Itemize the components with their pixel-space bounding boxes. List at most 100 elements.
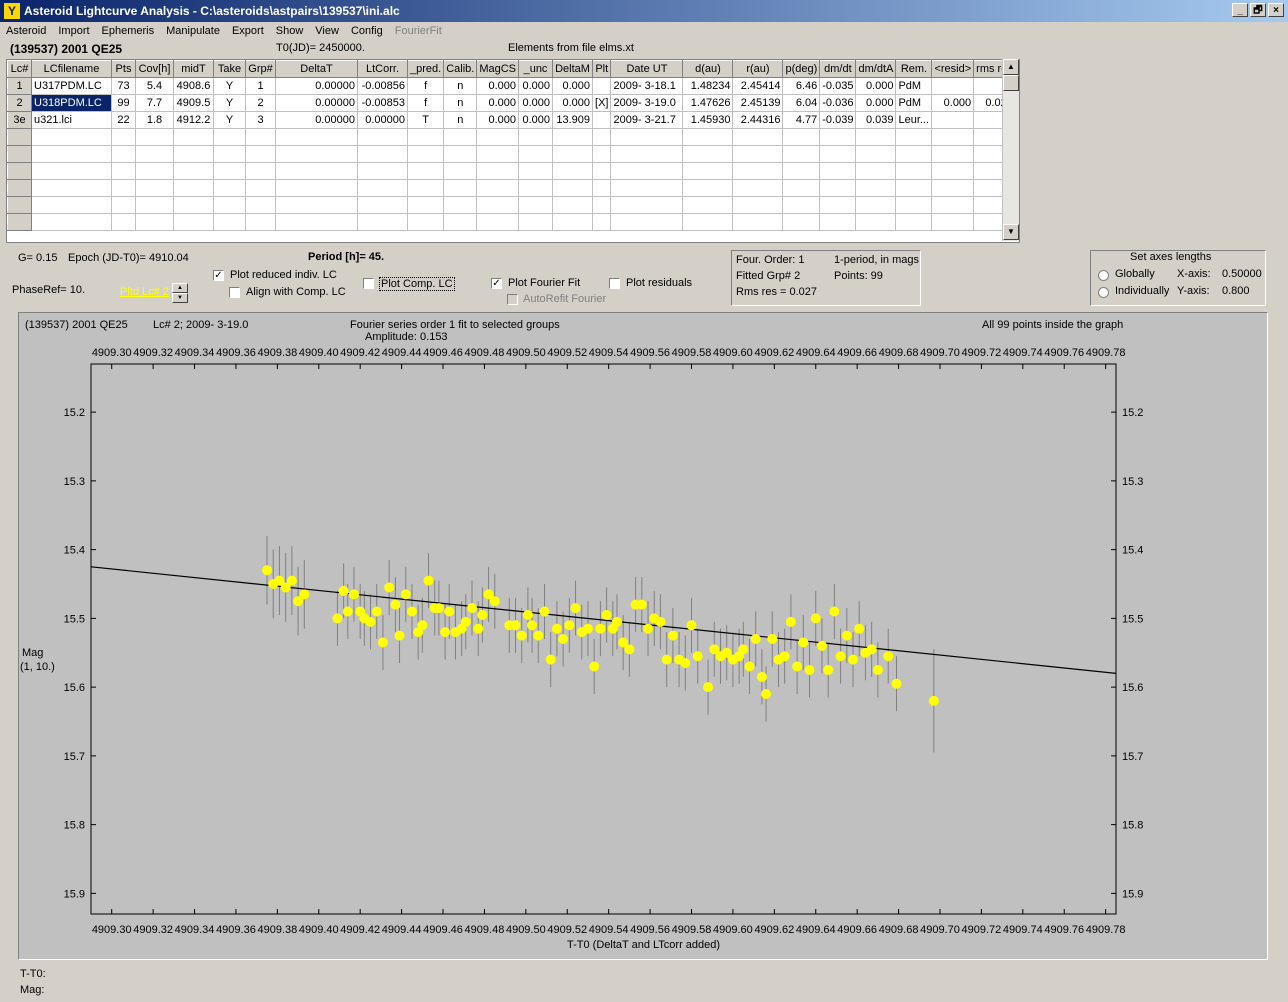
data-point[interactable] — [624, 644, 635, 655]
table-cell[interactable] — [245, 179, 276, 197]
table-cell[interactable]: 1.47626 — [682, 94, 734, 112]
autorefit-checkbox[interactable] — [507, 294, 518, 305]
table-cell[interactable] — [443, 145, 478, 163]
table-cell[interactable] — [931, 179, 975, 197]
table-cell[interactable] — [592, 77, 612, 95]
table-cell[interactable] — [931, 77, 975, 95]
data-point[interactable] — [655, 616, 666, 627]
table-cell[interactable]: Y — [213, 94, 246, 112]
scroll-up-icon[interactable]: ▲ — [1003, 59, 1019, 75]
data-point[interactable] — [390, 599, 401, 610]
table-cell[interactable] — [610, 179, 684, 197]
data-point[interactable] — [522, 609, 533, 620]
data-point[interactable] — [489, 596, 500, 607]
table-cell[interactable] — [443, 162, 478, 180]
table-cell[interactable] — [931, 128, 975, 146]
table-cell[interactable] — [592, 128, 612, 146]
data-point[interactable] — [539, 606, 550, 617]
table-cell[interactable] — [552, 179, 594, 197]
data-point[interactable] — [332, 613, 343, 624]
table-cell[interactable] — [476, 128, 520, 146]
table-row[interactable]: 1 U317PDM.LC 73 5.4 4908.6 Y 1 0.00000 -0.00856 f… — [7, 77, 1016, 95]
table-cell[interactable] — [31, 213, 112, 231]
table-cell[interactable] — [476, 179, 520, 197]
table-cell[interactable] — [592, 179, 612, 197]
table-cell[interactable] — [610, 128, 684, 146]
table-cell[interactable]: 2009- 3-21.7 — [610, 111, 684, 129]
row-header[interactable]: 3e — [7, 111, 32, 129]
column-header[interactable]: d(au) — [682, 60, 734, 78]
table-cell[interactable] — [135, 162, 174, 180]
align-comp-checkbox[interactable] — [229, 287, 240, 298]
table-cell[interactable] — [111, 162, 136, 180]
spin-down-icon[interactable]: ▼ — [172, 293, 188, 303]
table-cell[interactable] — [213, 213, 246, 231]
lc-spinner[interactable]: ▲ ▼ — [172, 283, 188, 303]
table-cell[interactable] — [31, 145, 112, 163]
table-cell[interactable]: 0.00000 — [275, 94, 358, 112]
table-cell[interactable] — [610, 213, 684, 231]
table-cell[interactable]: 7.7 — [135, 94, 174, 112]
data-point[interactable] — [467, 603, 478, 614]
table-cell[interactable] — [895, 128, 933, 146]
table-cell[interactable]: -0.00856 — [357, 77, 408, 95]
data-point[interactable] — [564, 620, 575, 631]
menu-show[interactable]: Show — [270, 23, 310, 41]
data-point[interactable] — [661, 654, 672, 665]
table-cell[interactable] — [275, 145, 358, 163]
table-cell[interactable] — [895, 179, 933, 197]
data-point[interactable] — [750, 634, 761, 644]
lightcurve-plot[interactable]: 4909.304909.304909.324909.324909.344909.… — [19, 313, 1267, 959]
minimize-button[interactable]: _ — [1232, 3, 1248, 17]
table-cell[interactable]: n — [443, 111, 478, 129]
table-cell[interactable] — [111, 145, 136, 163]
table-cell[interactable]: 22 — [111, 111, 136, 129]
menu-export[interactable]: Export — [226, 23, 270, 41]
table-cell[interactable] — [173, 213, 214, 231]
column-header[interactable]: Date UT — [610, 60, 684, 78]
table-cell[interactable]: Y — [213, 111, 246, 129]
table-cell[interactable] — [782, 179, 821, 197]
table-cell[interactable] — [782, 162, 821, 180]
table-cell[interactable] — [213, 179, 246, 197]
table-cell[interactable] — [476, 213, 520, 231]
data-point[interactable] — [767, 634, 778, 644]
table-cell[interactable] — [407, 213, 445, 231]
data-point[interactable] — [785, 616, 796, 627]
table-cell[interactable] — [245, 213, 276, 231]
table-cell[interactable]: 0.039 — [855, 111, 897, 129]
row-header[interactable] — [7, 179, 32, 197]
table-cell[interactable] — [213, 128, 246, 146]
column-header[interactable]: r(au) — [732, 60, 784, 78]
table-cell[interactable]: T — [407, 111, 445, 129]
data-point[interactable] — [823, 664, 834, 675]
data-point[interactable] — [338, 585, 349, 596]
data-point[interactable] — [810, 613, 821, 624]
table-cell[interactable] — [443, 128, 478, 146]
table-cell[interactable] — [732, 179, 784, 197]
data-point[interactable] — [792, 661, 803, 672]
table-cell[interactable] — [552, 145, 594, 163]
menu-config[interactable]: Config — [345, 23, 389, 41]
table-cell[interactable] — [819, 145, 857, 163]
table-cell[interactable] — [782, 213, 821, 231]
table-row[interactable]: 2 U318PDM.LC 99 7.7 4909.5 Y 2 0.00000 -0.00853 f… — [7, 94, 1016, 112]
data-point[interactable] — [744, 661, 755, 672]
table-cell[interactable] — [592, 111, 612, 129]
table-cell[interactable] — [592, 213, 612, 231]
table-cell[interactable]: 4912.2 — [173, 111, 214, 129]
table-cell[interactable]: 3 — [245, 111, 276, 129]
table-cell[interactable] — [213, 145, 246, 163]
table-cell[interactable] — [782, 145, 821, 163]
column-header[interactable]: Calib. — [443, 60, 478, 78]
data-point[interactable] — [460, 616, 471, 627]
table-cell[interactable] — [518, 213, 554, 231]
table-cell[interactable]: 4909.5 — [173, 94, 214, 112]
table-cell[interactable] — [895, 145, 933, 163]
data-point[interactable] — [816, 640, 827, 651]
column-header[interactable]: Cov[h] — [135, 60, 174, 78]
table-cell[interactable] — [552, 196, 594, 214]
table-cell[interactable] — [31, 128, 112, 146]
table-cell[interactable] — [682, 196, 734, 214]
table-cell[interactable]: 0.000 — [552, 77, 594, 95]
